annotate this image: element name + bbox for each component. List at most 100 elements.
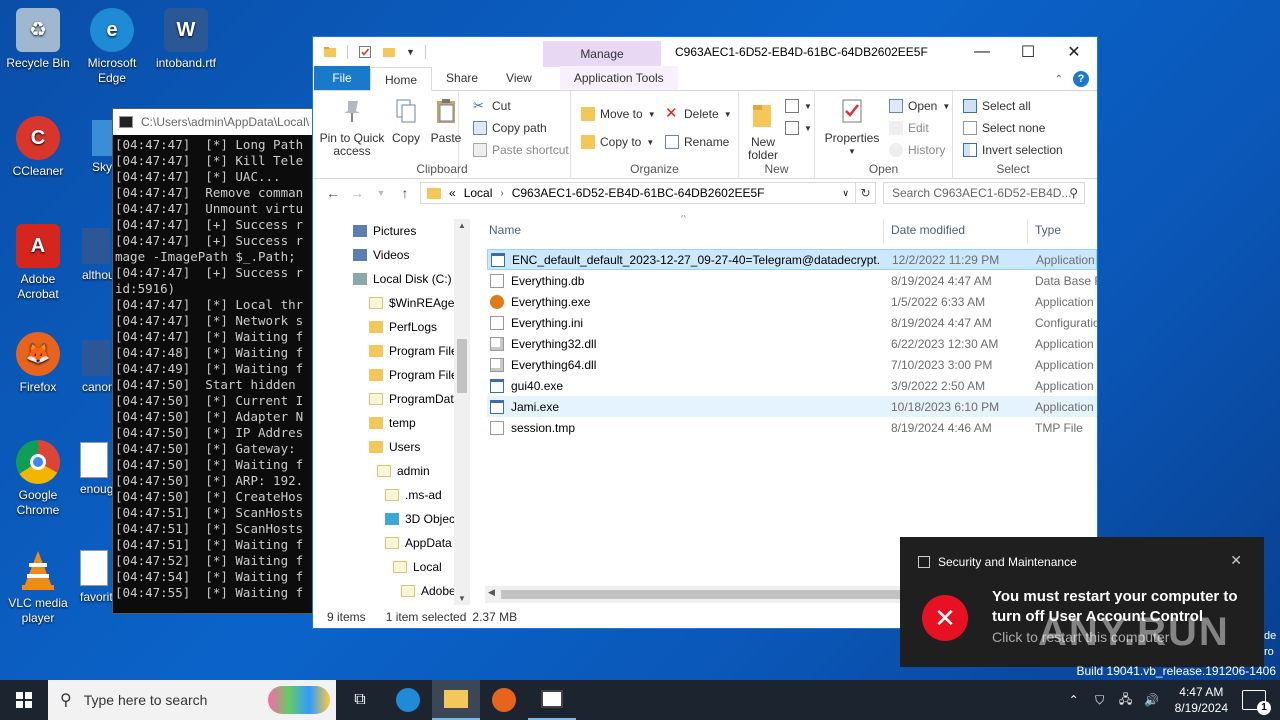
file-row[interactable]: session.tmp 8/19/2024 4:46 AM TMP File	[487, 417, 1097, 438]
column-header-name[interactable]: Name	[489, 223, 521, 237]
desktop-icon-acrobat[interactable]: A Adobe Acrobat	[0, 224, 76, 302]
file-row[interactable]: Everything32.dll 6/22/2023 12:30 AM Applic…	[487, 333, 1097, 354]
column-header-type[interactable]: Type	[1035, 223, 1061, 237]
task-view-button[interactable]: ⧉	[336, 680, 384, 720]
edit-button[interactable]: Edit	[889, 121, 929, 135]
desktop-icon-firefox[interactable]: 🦊 Firefox	[0, 332, 76, 395]
move-to-button[interactable]: Move to ▼	[581, 107, 656, 121]
new-folder-icon[interactable]	[382, 45, 396, 59]
rename-button[interactable]: Rename	[665, 135, 729, 149]
paste-shortcut-button[interactable]: Paste shortcut	[473, 143, 569, 157]
column-header-date[interactable]: Date modified	[891, 223, 965, 237]
file-row[interactable]: gui40.exe 3/9/2022 2:50 AM Application	[487, 375, 1097, 396]
explorer-titlebar[interactable]: ▼ Manage C963AEC1-6D52-EB4D-61BC-64DB260…	[313, 37, 1097, 67]
copy-path-button[interactable]: Copy path	[473, 121, 547, 135]
navigation-pane[interactable]: Pictures Videos Local Disk (C:) $WinREAgent…	[313, 215, 471, 605]
show-hidden-icons-chevron-icon[interactable]: ⌃	[1064, 693, 1084, 707]
taskbar-search-box[interactable]: ⚲ Type here to search	[48, 680, 336, 720]
console-titlebar[interactable]: C:\Users\admin\AppData\Local\	[113, 109, 321, 135]
scrollbar-thumb[interactable]	[457, 339, 467, 393]
delete-button[interactable]: ✕ Delete ▼	[665, 106, 732, 121]
security-icon[interactable]: ⛉	[1090, 693, 1110, 708]
file-row[interactable]: Jami.exe 10/18/2023 6:10 PM Application	[487, 396, 1097, 417]
volume-icon[interactable]: 🔊	[1142, 693, 1162, 707]
nav-item[interactable]: 3D Objects	[385, 507, 464, 531]
forward-arrow-icon[interactable]: →	[345, 185, 369, 201]
open-button[interactable]: Open ▼	[889, 99, 950, 113]
desktop-icon-chrome[interactable]: Google Chrome	[0, 440, 76, 518]
desktop-icon-partial[interactable]: althou	[82, 228, 115, 282]
invert-selection-button[interactable]: Invert selection	[963, 143, 1063, 157]
search-input[interactable]: Search C963AEC1-6D52-EB4D... ⚲	[883, 182, 1085, 204]
nav-item[interactable]: admin	[377, 459, 430, 483]
nav-item[interactable]: .ms-ad	[385, 483, 442, 507]
back-arrow-icon[interactable]: ←	[321, 185, 345, 201]
tab-home[interactable]: Home	[370, 67, 433, 91]
properties-button[interactable]: Properties ▼	[823, 97, 881, 158]
scroll-down-arrow-icon[interactable]: ▼	[454, 594, 470, 603]
breadcrumb-local[interactable]: Local	[464, 186, 493, 200]
taskbar-console[interactable]	[528, 680, 576, 720]
file-row[interactable]: ENC_default_default_2023-12-27_09-27-40=…	[487, 249, 1097, 270]
nav-item[interactable]: Videos	[353, 243, 409, 267]
tab-share[interactable]: Share	[432, 66, 492, 90]
network-icon[interactable]: 🖧	[1116, 690, 1136, 711]
pin-to-quick-access-button[interactable]: Pin to Quick access	[319, 97, 385, 158]
navigation-scrollbar[interactable]: ▲ ▼	[454, 219, 470, 605]
expand-ribbon-chevron-icon[interactable]: ⌃	[1055, 74, 1063, 85]
close-button[interactable]: ✕	[1051, 37, 1097, 67]
properties-check-icon[interactable]	[358, 45, 372, 59]
refresh-icon[interactable]: ↻	[856, 182, 876, 204]
customize-qat-chevron-icon[interactable]: ▼	[406, 47, 415, 57]
nav-item[interactable]: Pictures	[353, 219, 416, 243]
nav-item[interactable]: Local Disk (C:)	[353, 267, 452, 291]
desktop-icon-partial[interactable]: enoug	[80, 442, 113, 496]
new-item-button[interactable]: ▼	[785, 99, 812, 113]
easy-access-button[interactable]: ▼	[785, 121, 812, 135]
console-window[interactable]: C:\Users\admin\AppData\Local\ [04:47:47]…	[112, 108, 322, 614]
help-icon[interactable]: ?	[1073, 71, 1089, 87]
taskbar-firefox[interactable]	[480, 680, 528, 720]
desktop-icon-partial[interactable]: favorit	[80, 550, 113, 604]
select-all-button[interactable]: Select all	[963, 99, 1031, 113]
close-icon[interactable]: ✕	[1230, 552, 1242, 569]
breadcrumb-overflow[interactable]: «	[449, 186, 456, 200]
cut-button[interactable]: ✂ Cut	[473, 99, 511, 114]
recent-locations-chevron-icon[interactable]: ▼	[369, 188, 393, 198]
column-separator[interactable]	[883, 219, 884, 245]
select-none-button[interactable]: Select none	[963, 121, 1045, 135]
nav-item[interactable]: PerfLogs	[369, 315, 437, 339]
nav-item[interactable]: Program Files	[369, 363, 464, 387]
nav-item[interactable]: AppData	[385, 531, 452, 555]
nav-item[interactable]: $WinREAgent	[369, 291, 464, 315]
column-separator[interactable]	[1027, 219, 1028, 245]
history-button[interactable]: History	[889, 143, 945, 157]
maximize-button[interactable]: ☐	[1005, 37, 1051, 67]
desktop-icon-ccleaner[interactable]: C CCleaner	[0, 116, 76, 179]
file-row[interactable]: Everything.db 8/19/2024 4:47 AM Data Base …	[487, 270, 1097, 291]
scroll-left-arrow-icon[interactable]: ◀	[488, 587, 495, 598]
desktop-icon-edge[interactable]: e Microsoft Edge	[74, 8, 150, 86]
file-row[interactable]: Everything.ini 8/19/2024 4:47 AM Configura…	[487, 312, 1097, 333]
file-row[interactable]: Everything.exe 1/5/2022 6:33 AM Applicatio…	[487, 291, 1097, 312]
taskbar-file-explorer[interactable]	[432, 680, 480, 720]
up-arrow-icon[interactable]: ↑	[393, 185, 417, 201]
desktop-icon-intoband[interactable]: W intoband.rtf	[148, 8, 224, 71]
breadcrumb-current[interactable]: C963AEC1-6D52-EB4D-61BC-64DB2602EE5F	[512, 186, 765, 200]
nav-item[interactable]: Adobe	[401, 579, 456, 603]
scrollbar-thumb[interactable]	[501, 590, 913, 599]
clock[interactable]: 4:47 AM 8/19/2024	[1175, 684, 1228, 716]
new-folder-button[interactable]: New folder	[743, 101, 783, 162]
tab-file[interactable]: File	[314, 66, 370, 90]
copy-to-button[interactable]: Copy to ▼	[581, 135, 654, 149]
minimize-button[interactable]: —	[959, 37, 1005, 67]
scroll-up-arrow-icon[interactable]: ▲	[454, 221, 470, 230]
address-dropdown-chevron-icon[interactable]: ∨	[842, 188, 849, 199]
tab-manage[interactable]: Manage	[543, 41, 661, 67]
tab-application-tools[interactable]: Application Tools	[559, 66, 678, 90]
breadcrumb-separator-icon[interactable]: ›	[500, 188, 503, 199]
notification-center-icon[interactable]: 1	[1242, 690, 1271, 715]
file-row[interactable]: Everything64.dll 7/10/2023 3:00 PM Applica…	[487, 354, 1097, 375]
nav-item[interactable]: ProgramData	[369, 387, 460, 411]
nav-item[interactable]: Program Files	[369, 339, 464, 363]
